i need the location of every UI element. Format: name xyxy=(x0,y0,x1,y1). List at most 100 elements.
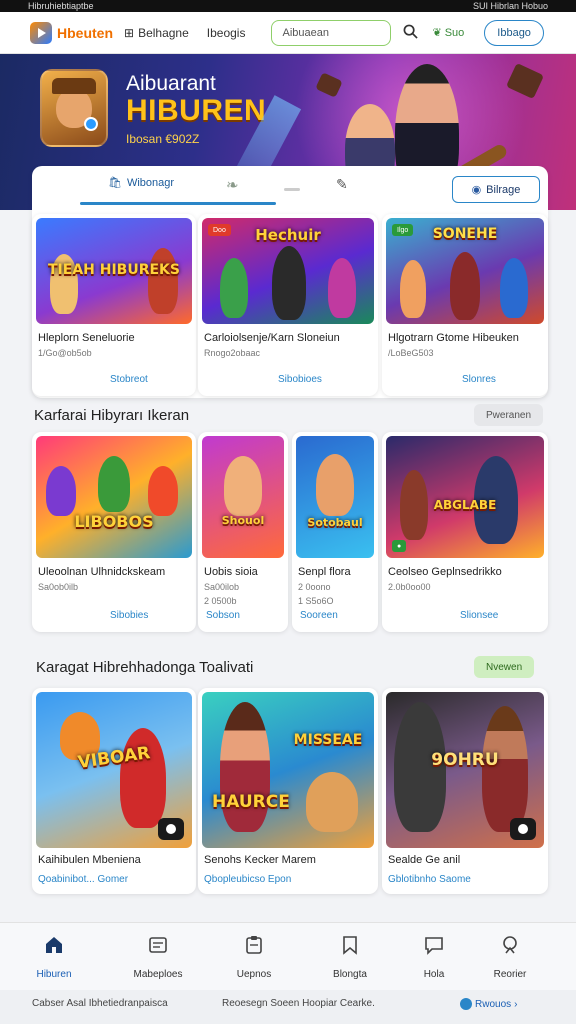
nav-link-categories[interactable]: ⊞ Belhagne xyxy=(124,26,189,40)
game-card[interactable]: ● ABGLABE Ceolseo Geplnsedrikko 2.0b0oo0… xyxy=(382,432,548,632)
nav-label: Blongta xyxy=(333,969,367,980)
chevron-right-icon: › xyxy=(514,998,518,1010)
nav-label: Mabeploes xyxy=(133,969,183,980)
note-icon: ✎ xyxy=(336,176,348,192)
character-figure xyxy=(316,454,354,516)
game-title: Sealde Ge anil xyxy=(388,854,461,866)
featured-tabs: 🛍 Wibonagr ❧ ✎ ◉ Bilrage xyxy=(32,166,548,208)
game-art-title: Shouol xyxy=(221,514,265,527)
character-figure xyxy=(46,466,76,516)
panel-filter-button[interactable]: ◉ Bilrage xyxy=(452,176,540,203)
play-logo-icon xyxy=(30,21,52,44)
game-meta: Rnogo2obaac xyxy=(204,348,261,358)
header-action-button[interactable]: Ibbago xyxy=(484,19,544,46)
nav-label: Hola xyxy=(423,969,445,980)
game-thumbnail: Sotobaul xyxy=(296,436,374,558)
game-art-title: ABGLABE xyxy=(433,498,497,512)
game-card[interactable]: Shouol Uobis sioia Sa00ilob 2 0500b Sobs… xyxy=(198,432,288,632)
footer-bar: Cabser Asal Ibhetiedranpaisca Reoesegn S… xyxy=(0,990,576,1024)
game-meta: Sa0ob0ilb xyxy=(38,582,79,592)
tab-leaf[interactable]: ❧ xyxy=(226,176,239,194)
chat-icon xyxy=(394,935,474,959)
search-input[interactable] xyxy=(271,19,392,46)
game-meta: 2 0500b xyxy=(204,596,237,606)
bottom-navigation: Hiburen Mabeploes Uepnos Blongta Hola Re… xyxy=(0,922,576,990)
nav-item-chat[interactable]: Hola xyxy=(394,935,474,980)
game-card[interactable]: VIBOAR Kaihibulen Mbeniena Qoabinibot...… xyxy=(32,688,196,894)
character-figure xyxy=(148,466,178,516)
game-art-title: Hechuir xyxy=(255,226,321,244)
game-title: Hlgotrarn Gtome Hibeuken xyxy=(388,332,519,344)
game-thumbnail: TIEAH HIBUREKS xyxy=(36,218,192,324)
game-card[interactable]: 9OHRU Sealde Ge anil Gblotibnho Saome xyxy=(382,688,548,894)
character-figure xyxy=(224,456,262,516)
hero-subtitle: Aibuarant xyxy=(126,72,216,95)
character-figure xyxy=(400,260,426,318)
section-title: Karfarai Hibyrarı Ikeran xyxy=(34,407,190,424)
game-title: Senpl flora xyxy=(298,566,351,578)
game-title: Kaihibulen Mbeniena xyxy=(38,854,141,866)
game-tag-link[interactable]: Qbopleubicso Epon xyxy=(204,874,291,885)
game-card[interactable]: Doo Hechuir Carloiolsenje/Karn Sloneiun … xyxy=(198,214,378,396)
game-thumbnail: LIBOBOS xyxy=(36,436,192,558)
nav-link-games[interactable]: Ibeogis xyxy=(207,26,246,40)
game-badge: ● xyxy=(392,540,407,552)
hero-title: HIBUREN xyxy=(126,94,267,127)
game-card[interactable]: Ilgo SONEHE Hlgotrarn Gtome Hibeuken /Lo… xyxy=(382,214,548,396)
tab-note[interactable]: ✎ xyxy=(336,176,348,193)
game-card[interactable]: TIEAH HIBUREKS Hleplorn Seneluorie 1/Go@… xyxy=(32,214,196,396)
game-card[interactable]: LIBOBOS Uleoolnan Ulhnidckskeam Sa0ob0il… xyxy=(32,432,196,632)
game-tag-link[interactable]: Sobson xyxy=(206,610,240,621)
game-tag-link[interactable]: Sooreen xyxy=(300,610,338,621)
game-tag-link[interactable]: Qoabinibot... Gomer xyxy=(38,874,128,885)
nav-item-bookmark[interactable]: Blongta xyxy=(310,935,390,980)
search-icon[interactable] xyxy=(403,24,419,42)
status-right-text: SUI Hibrlan Hobuo xyxy=(472,1,548,11)
footer-link-label: Rwouos xyxy=(475,998,512,1010)
game-thumbnail: VIBOAR xyxy=(36,692,192,848)
game-card[interactable]: Sotobaul Senpl flora 2 0oono 1 S5o6O Soo… xyxy=(292,432,378,632)
active-tab-indicator xyxy=(80,202,276,205)
game-art-subtitle: HAURCE xyxy=(212,792,290,812)
game-tag-link[interactable]: Gblotibnho Saome xyxy=(388,874,471,885)
game-tag-link[interactable]: Slionsee xyxy=(460,610,498,621)
section-more-button[interactable]: Nvewen xyxy=(474,656,535,678)
nav-label: Uepnos xyxy=(236,969,272,980)
section-title: Karagat Hibrehhadonga Toalivati xyxy=(36,659,254,676)
game-tag-link[interactable]: Sibobioes xyxy=(278,374,322,385)
game-tag-link[interactable]: Stobreot xyxy=(110,374,148,385)
verified-icon xyxy=(84,117,98,131)
top-header: Hbeuten ⊞ Belhagne Ibeogis ❦ Suo Ibbago xyxy=(0,12,576,54)
game-tag-link[interactable]: Sibobies xyxy=(110,610,148,621)
character-figure xyxy=(328,258,356,318)
game-art-title: Sotobaul xyxy=(307,516,363,529)
nav-item-clipboard[interactable]: Uepnos xyxy=(214,935,294,980)
footer-left-text: Cabser Asal Ibhetiedranpaisca xyxy=(32,998,168,1009)
grid-icon: ⊞ xyxy=(124,25,135,40)
game-card[interactable]: MISSEAE HAURCE Senohs Kecker Marem Qbopl… xyxy=(198,688,378,894)
app-logo[interactable]: Hbeuten xyxy=(30,21,116,44)
game-thumbnail: ● ABGLABE xyxy=(386,436,544,558)
debris-decoration xyxy=(505,62,545,100)
game-tag-link[interactable]: Slonres xyxy=(462,374,496,385)
section-more-button[interactable]: Pweranen xyxy=(474,404,544,426)
game-art-title: TIEAH HIBUREKS xyxy=(48,262,180,278)
nav-item-catalog[interactable]: Mabeploes xyxy=(118,935,198,980)
clipboard-icon xyxy=(214,935,294,959)
character-figure xyxy=(148,248,178,314)
footer-center-text: Reoesegn Soeen Hoopiar Cearke. xyxy=(222,998,375,1009)
tab-featured[interactable]: 🛍 Wibonagr xyxy=(108,176,174,190)
planet-icon: ◉ xyxy=(471,184,482,196)
nav-item-profile[interactable]: Reorier xyxy=(470,935,550,980)
play-icon[interactable] xyxy=(510,818,536,840)
game-thumbnail: MISSEAE HAURCE xyxy=(202,692,374,848)
character-figure xyxy=(220,702,270,832)
nav-item-home[interactable]: Hiburen xyxy=(14,935,94,980)
game-title: Carloiolsenje/Karn Sloneiun xyxy=(204,332,340,344)
language-selector[interactable]: ❦ Suo xyxy=(432,26,464,40)
footer-link[interactable]: Rwouos › xyxy=(460,998,517,1010)
panel-button-label: Bilrage xyxy=(486,183,521,196)
play-icon[interactable] xyxy=(158,818,184,840)
game-art-title: MISSEAE xyxy=(293,732,363,748)
debris-decoration xyxy=(315,72,343,98)
